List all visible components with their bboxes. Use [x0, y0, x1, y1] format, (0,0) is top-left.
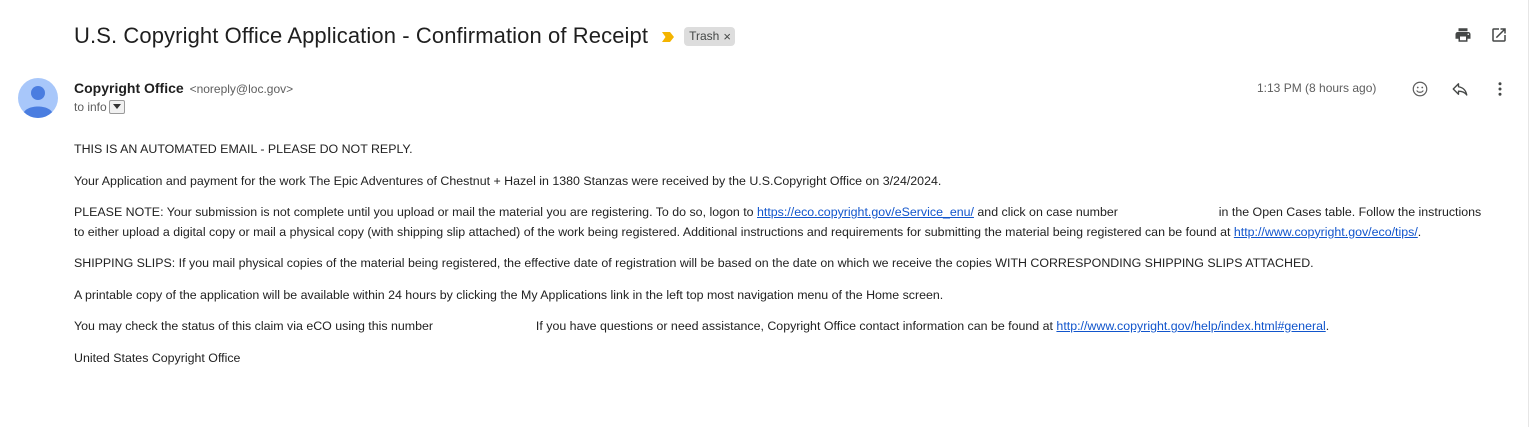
- message-timestamp: 1:13 PM (8 hours ago): [1257, 81, 1377, 95]
- body-text: .: [1417, 224, 1422, 239]
- recipient-line: to info: [74, 100, 125, 114]
- emoji-reaction-icon[interactable]: [1410, 79, 1430, 99]
- email-view: U.S. Copyright Office Application - Conf…: [0, 0, 1529, 427]
- body-text: You may check the status of this claim v…: [74, 319, 437, 333]
- body-text: and click on case number: [973, 205, 1122, 219]
- reply-icon[interactable]: [1450, 79, 1470, 99]
- body-signature: United States Copyright Office: [74, 350, 241, 365]
- sender-name: Copyright Office: [74, 80, 184, 96]
- body-paragraph-6: You may check the status of this claim v…: [74, 317, 1494, 337]
- eservice-link[interactable]: https://eco.copyright.gov/eService_enu/: [757, 205, 974, 219]
- body-paragraph-4: SHIPPING SLIPS: If you mail physical cop…: [74, 256, 1314, 270]
- importance-marker-icon[interactable]: [662, 30, 675, 42]
- recipient-text: to info: [74, 100, 107, 114]
- email-body: THIS IS AN AUTOMATED EMAIL - PLEASE DO N…: [74, 140, 1494, 380]
- thread-actions: [1454, 26, 1508, 44]
- open-in-new-window-icon[interactable]: [1490, 26, 1508, 44]
- subject-row: U.S. Copyright Office Application - Conf…: [74, 20, 735, 52]
- label-chip-trash: Trash ×: [684, 26, 735, 46]
- body-text: If you have questions or need assistance…: [532, 319, 1057, 333]
- dropdown-arrow-icon[interactable]: [108, 100, 125, 114]
- body-paragraph-3: PLEASE NOTE: Your submission is not comp…: [74, 203, 1494, 242]
- body-paragraph-1: THIS IS AN AUTOMATED EMAIL - PLEASE DO N…: [74, 142, 413, 156]
- eco-tips-link[interactable]: http://www.copyright.gov/eco/tips/: [1234, 225, 1418, 239]
- sender-email: <noreply@loc.gov>: [189, 82, 294, 96]
- remove-label-button[interactable]: ×: [723, 29, 731, 44]
- label-chip-text: Trash: [689, 29, 720, 43]
- more-vertical-icon[interactable]: [1490, 79, 1510, 99]
- message-actions: [1410, 79, 1510, 99]
- print-icon[interactable]: [1454, 26, 1472, 44]
- email-subject: U.S. Copyright Office Application - Conf…: [74, 23, 649, 48]
- help-contact-link[interactable]: http://www.copyright.gov/help/index.html…: [1056, 319, 1325, 333]
- body-text: .: [1325, 319, 1330, 333]
- body-text: PLEASE NOTE: Your submission is not comp…: [74, 205, 757, 219]
- sender-line: Copyright Office <noreply@loc.gov>: [74, 80, 293, 96]
- body-paragraph-5: A printable copy of the application will…: [74, 287, 944, 302]
- person-avatar-icon: [18, 78, 58, 118]
- body-paragraph-2: Your Application and payment for the wor…: [74, 173, 942, 188]
